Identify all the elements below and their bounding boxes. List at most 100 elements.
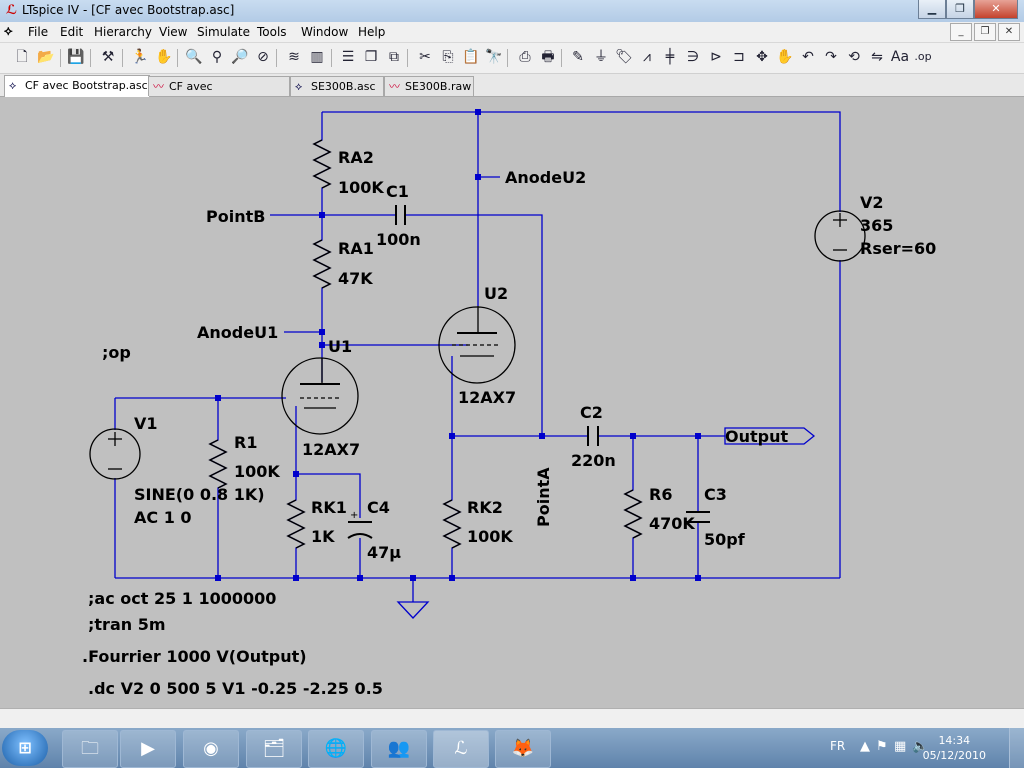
menu-edit[interactable]: Edit <box>60 25 83 39</box>
spice-directive-icon[interactable]: .op <box>913 47 933 67</box>
toolbar-separator <box>276 49 277 67</box>
wire-icon[interactable]: ✎ <box>568 47 588 67</box>
pointa-label: PointA <box>534 467 553 527</box>
save-icon[interactable]: 💾 <box>66 47 86 67</box>
redo-icon[interactable]: ↷ <box>821 47 841 67</box>
firefox-icon[interactable]: 🌐 <box>308 730 364 768</box>
schematic-drawing[interactable]: + RA2 100K C1 100n RA1 47K PointB AnodeU… <box>0 97 1024 708</box>
tray-expand-icon[interactable]: ▲ <box>860 739 870 754</box>
v1-ac: AC 1 0 <box>134 508 192 527</box>
toolbar-separator <box>331 49 332 67</box>
gimp-icon[interactable]: 🦊 <box>495 730 551 768</box>
anodeu1-label: AnodeU1 <box>197 323 278 342</box>
flag-icon[interactable]: ⚑ <box>876 739 888 754</box>
paste-icon[interactable]: 📋 <box>461 47 481 67</box>
messenger-icon[interactable]: 👥 <box>371 730 427 768</box>
menu-window[interactable]: Window <box>301 25 348 39</box>
toolbar-separator <box>90 49 91 67</box>
halt-icon[interactable]: ✋ <box>154 47 174 67</box>
control-panel-icon[interactable]: ⚒ <box>98 47 118 67</box>
move-icon[interactable]: ✥ <box>752 47 772 67</box>
schematic-icon: ⟡ <box>9 79 17 92</box>
label-icon[interactable]: 🏷 <box>614 47 634 67</box>
zoom-in-icon[interactable]: 🔍 <box>184 47 204 67</box>
close-all-icon[interactable]: ⧉ <box>384 47 404 67</box>
tab-label: CF avec Bootstrap.asc <box>25 79 148 92</box>
windows-taskbar: ⊞ 🗀 ▶ ◉ 🗂 🌐 👥 ℒ 🦊 FR ▲ ⚑ ▦ 🔈 14:34 05/12… <box>0 728 1024 768</box>
clock[interactable]: 14:34 05/12/2010 <box>923 733 986 763</box>
mirror-icon[interactable]: ⇋ <box>867 47 887 67</box>
mdi-restore-button[interactable]: ❐ <box>974 23 996 41</box>
network-icon[interactable]: ▦ <box>894 739 906 754</box>
tab-se300b-asc[interactable]: ⟡ SE300B.asc <box>290 76 384 96</box>
maximize-button[interactable]: ❐ <box>946 0 974 19</box>
tube-u1 <box>281 357 359 435</box>
cascade-icon[interactable]: ❐ <box>361 47 381 67</box>
ra2-name: RA2 <box>338 148 374 167</box>
start-button[interactable]: ⊞ <box>2 730 48 766</box>
inductor-icon[interactable]: ∋ <box>683 47 703 67</box>
source-v2 <box>814 210 866 262</box>
tile-horizontal-icon[interactable]: ☰ <box>338 47 358 67</box>
tab-cf-avec-bootstrap-asc[interactable]: ⟡ CF avec Bootstrap.asc <box>4 75 150 97</box>
rotate-icon[interactable]: ⟲ <box>844 47 864 67</box>
diode-icon[interactable]: ⊳ <box>706 47 726 67</box>
autorange-icon[interactable]: ≋ <box>284 47 304 67</box>
v2-value: 365 <box>860 216 893 235</box>
rk2-name: RK2 <box>467 498 503 517</box>
title-bar: ℒ LTspice IV - [CF avec Bootstrap.asc] ▁… <box>0 0 1024 22</box>
zoom-out-icon[interactable]: 🔎 <box>230 47 250 67</box>
clock-date: 05/12/2010 <box>922 749 986 762</box>
zoom-fit-icon[interactable]: ⚲ <box>207 47 227 67</box>
text-icon[interactable]: Aa <box>890 47 910 67</box>
component-icon[interactable]: ⊐ <box>729 47 749 67</box>
print-setup-icon[interactable]: ⎙ <box>515 47 535 67</box>
schematic-canvas[interactable]: + RA2 100K C1 100n RA1 47K PointB AnodeU… <box>0 97 1024 708</box>
tab-label: SE300B.raw <box>405 80 472 93</box>
new-schematic-icon[interactable]: 🗋 <box>12 47 32 67</box>
menu-tools[interactable]: Tools <box>257 25 287 39</box>
print-icon[interactable]: 🖶 <box>538 47 558 67</box>
media-player-icon[interactable]: ▶ <box>120 730 176 768</box>
folder-icon[interactable]: 🗂 <box>246 730 302 768</box>
directive-dc: .dc V2 0 500 5 V1 -0.25 -2.25 0.5 <box>88 679 383 698</box>
run-icon[interactable]: 🏃 <box>130 47 150 67</box>
language-indicator[interactable]: FR <box>830 739 845 753</box>
window-controls: ▁ ❐ ✕ <box>918 0 1018 19</box>
toolbar-separator <box>507 49 508 67</box>
close-button[interactable]: ✕ <box>974 0 1018 19</box>
menu-simulate[interactable]: Simulate <box>197 25 250 39</box>
mdi-close-button[interactable]: ✕ <box>998 23 1020 41</box>
menu-file[interactable]: File <box>28 25 48 39</box>
document-icon[interactable]: ⟡ <box>4 24 13 39</box>
tile-vertical-icon[interactable]: ▥ <box>307 47 327 67</box>
explorer-icon[interactable]: 🗀 <box>62 730 118 768</box>
open-icon[interactable]: 📂 <box>36 47 56 67</box>
app-icon[interactable]: ◉ <box>183 730 239 768</box>
minimize-button[interactable]: ▁ <box>918 0 946 19</box>
cut-icon[interactable]: ✂ <box>415 47 435 67</box>
ground-icon[interactable]: ⏚ <box>591 47 611 67</box>
undo-icon[interactable]: ↶ <box>798 47 818 67</box>
capacitor-icon[interactable]: ╪ <box>660 47 680 67</box>
copy-icon[interactable]: ⎘ <box>438 47 458 67</box>
show-desktop-button[interactable] <box>1009 728 1024 768</box>
mdi-minimize-button[interactable]: _ <box>950 23 972 41</box>
zoom-cancel-icon[interactable]: ⊘ <box>253 47 273 67</box>
find-icon[interactable]: 🔭 <box>484 47 504 67</box>
waveform-icon: 〰 <box>389 80 400 93</box>
ltspice-icon[interactable]: ℒ <box>433 730 489 768</box>
tab-cf-avec-bootstrap-raw[interactable]: 〰CF avec Bootstrap.raw <box>148 76 290 112</box>
op-directive: ;op <box>102 343 131 362</box>
drag-icon[interactable]: ✋ <box>775 47 795 67</box>
ground-symbol <box>396 601 430 619</box>
toolbar-separator <box>561 49 562 67</box>
menu-hierarchy[interactable]: Hierarchy <box>94 25 152 39</box>
menu-view[interactable]: View <box>159 25 187 39</box>
c4-name: C4 <box>367 498 390 517</box>
tab-label: SE300B.asc <box>311 80 376 93</box>
resistor-icon[interactable]: ⩘ <box>637 47 657 67</box>
system-tray: FR ▲ ⚑ ▦ 🔈 14:34 05/12/2010 <box>804 728 1024 768</box>
tab-se300b-raw[interactable]: 〰 SE300B.raw <box>384 76 474 96</box>
menu-help[interactable]: Help <box>358 25 385 39</box>
